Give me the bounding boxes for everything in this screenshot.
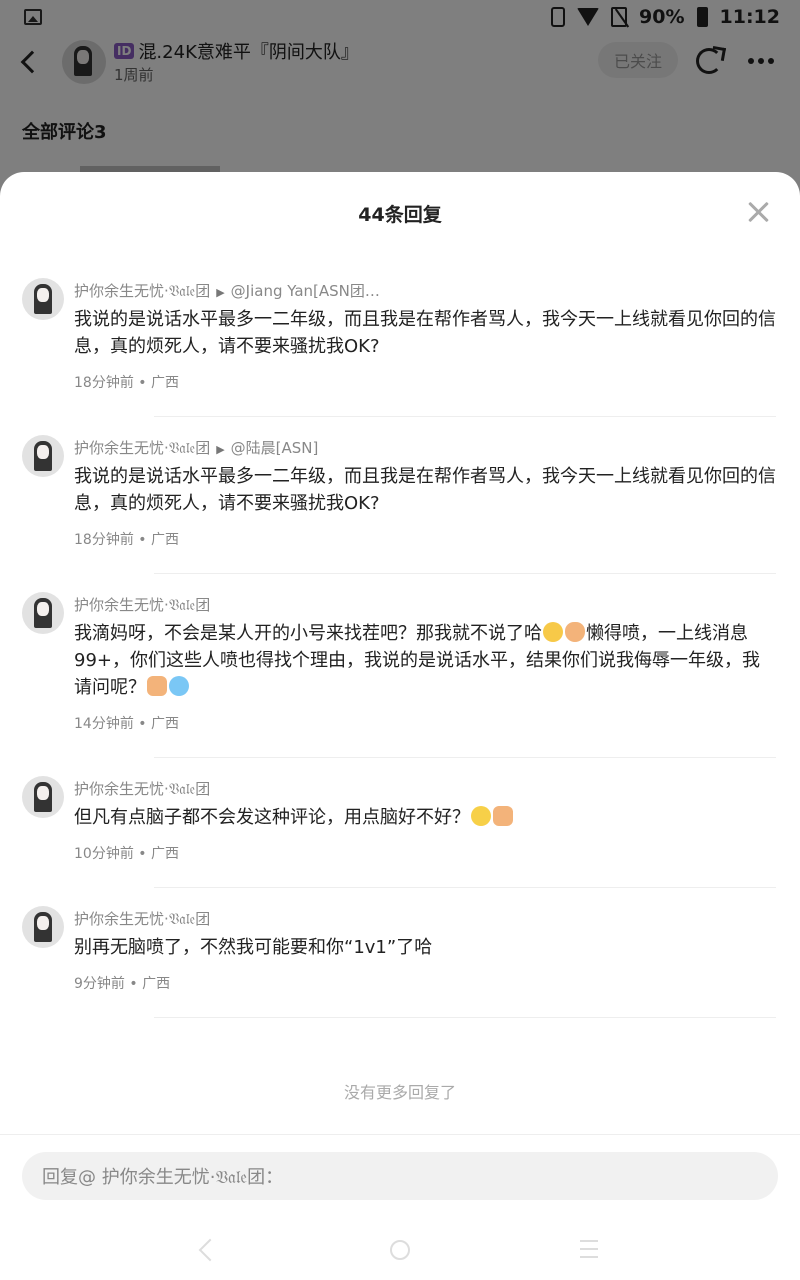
avatar[interactable] [22, 776, 64, 818]
reply-item[interactable]: 护你余生无忧·𝔙𝔞𝔩𝔢团 但凡有点脑子都不会发这种评论，用点脑好不好？ 10分钟… [0, 758, 800, 888]
divider [0, 1134, 800, 1135]
reply-time: 18分钟前 [74, 532, 134, 548]
divider [154, 1017, 776, 1018]
thumbs-down-emoji-icon [147, 676, 167, 696]
reply-time: 14分钟前 [74, 716, 134, 732]
reply-text: 我说的是说话水平最多一二年级，而且我是在帮作者骂人，我今天一上线就看见你回的信息… [74, 466, 776, 514]
reply-location: 广西 [151, 375, 179, 391]
reply-author[interactable]: 护你余生无忧·𝔙𝔞𝔩𝔢团 [74, 596, 210, 614]
reply-text: 我滴妈呀，不会是某人开的小号来找茬吧？那我就不说了哈 懒得喷，一上线消息99+，你… [74, 620, 776, 701]
reply-item[interactable]: 护你余生无忧·𝔙𝔞𝔩𝔢团 我滴妈呀，不会是某人开的小号来找茬吧？那我就不说了哈懒… [0, 574, 800, 758]
reply-item[interactable]: 护你余生无忧·𝔙𝔞𝔩𝔢团 别再无脑喷了，不然我可能要和你“1v1”了哈 9分钟前… [0, 888, 800, 1018]
thumbs-down-emoji-icon [493, 806, 513, 826]
reply-author[interactable]: 护你余生无忧·𝔙𝔞𝔩𝔢团 [74, 780, 210, 798]
reply-author[interactable]: 护你余生无忧·𝔙𝔞𝔩𝔢团 [74, 282, 210, 300]
reply-time: 10分钟前 [74, 846, 134, 862]
reply-target[interactable]: @陆晨[ASN] [231, 439, 319, 457]
reply-text-body: 但凡有点脑子都不会发这种评论，用点脑好不好？ [74, 807, 470, 828]
nav-recent-apps-icon[interactable] [580, 1240, 598, 1258]
avatar[interactable] [22, 906, 64, 948]
reply-to-arrow-icon: ▶ [216, 443, 225, 456]
reply-text-part-a: 我滴妈呀，不会是某人开的小号来找茬吧？那我就不说了哈 [74, 623, 542, 644]
reply-author[interactable]: 护你余生无忧·𝔙𝔞𝔩𝔢团 [74, 910, 210, 928]
laughing-emoji-icon [543, 622, 563, 642]
reply-location: 广西 [151, 532, 179, 548]
close-icon[interactable] [746, 200, 770, 224]
eye-roll-emoji-icon [471, 806, 491, 826]
reply-location: 广西 [151, 846, 179, 862]
reply-text: 别再无脑喷了，不然我可能要和你“1v1”了哈 [74, 937, 433, 958]
avatar[interactable] [22, 435, 64, 477]
reply-text: 我说的是说话水平最多一二年级，而且我是在帮作者骂人，我今天一上线就看见你回的信息… [74, 309, 776, 357]
reply-text: 但凡有点脑子都不会发这种评论，用点脑好不好？ [74, 804, 776, 831]
reply-to-arrow-icon: ▶ [216, 286, 225, 299]
nav-home-icon[interactable] [390, 1240, 410, 1260]
avatar[interactable] [22, 278, 64, 320]
reply-input[interactable]: 回复@ 护你余生无忧·𝔙𝔞𝔩𝔢团： [22, 1152, 778, 1200]
reply-list: 护你余生无忧·𝔙𝔞𝔩𝔢团 ▶ @Jiang Yan[ASN团… 我说的是说话水平最多… [0, 260, 800, 1018]
reply-time: 9分钟前 [74, 976, 125, 992]
reply-location: 广西 [151, 716, 179, 732]
reply-item[interactable]: 护你余生无忧·𝔙𝔞𝔩𝔢团 ▶ @Jiang Yan[ASN团… 我说的是说话水平最多… [0, 260, 800, 417]
no-more-replies: 没有更多回复了 [343, 1083, 456, 1102]
sheet-title: 44条回复 [358, 204, 442, 226]
reply-location: 广西 [142, 976, 171, 992]
reply-item[interactable]: 护你余生无忧·𝔙𝔞𝔩𝔢团 ▶ @陆晨[ASN] 我说的是说话水平最多一二年级，而且我… [0, 417, 800, 574]
avatar[interactable] [22, 592, 64, 634]
nav-back-icon[interactable] [198, 1238, 222, 1262]
ok-hand-emoji-icon [565, 622, 585, 642]
reply-time: 18分钟前 [74, 375, 134, 391]
reply-target[interactable]: @Jiang Yan[ASN团… [231, 282, 380, 300]
system-nav-bar [0, 1222, 800, 1280]
replies-sheet: 44条回复 护你余生无忧·𝔙𝔞𝔩𝔢团 ▶ @Jiang Yan[ASN团… 我说的是… [0, 172, 800, 1280]
scream-emoji-icon [169, 676, 189, 696]
reply-author[interactable]: 护你余生无忧·𝔙𝔞𝔩𝔢团 [74, 439, 210, 457]
